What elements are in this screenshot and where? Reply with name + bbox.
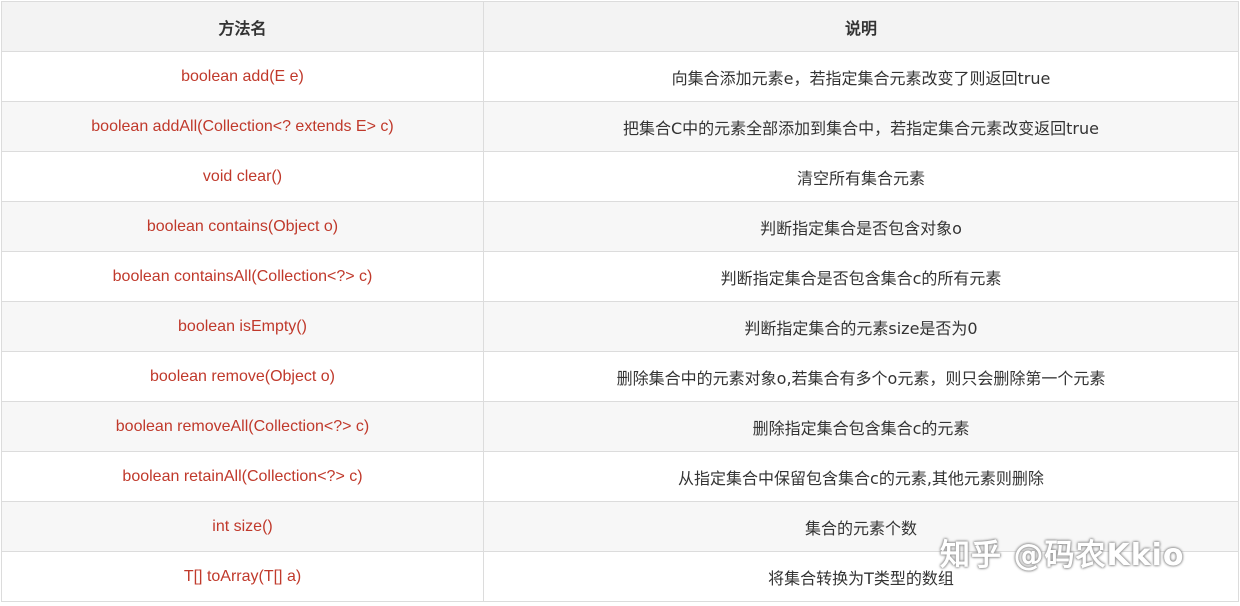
- methods-table: 方法名 说明 boolean add(E e) 向集合添加元素e，若指定集合元素改…: [1, 1, 1239, 602]
- method-name-cell: boolean remove(Object o): [2, 352, 484, 402]
- table-row: boolean isEmpty() 判断指定集合的元素size是否为0: [2, 302, 1239, 352]
- method-name-cell: boolean addAll(Collection<? extends E> c…: [2, 102, 484, 152]
- table-row: boolean contains(Object o) 判断指定集合是否包含对象o: [2, 202, 1239, 252]
- table-row: boolean retainAll(Collection<?> c) 从指定集合中…: [2, 452, 1239, 502]
- method-name-cell: boolean isEmpty(): [2, 302, 484, 352]
- method-name-cell: boolean removeAll(Collection<?> c): [2, 402, 484, 452]
- table-row: boolean removeAll(Collection<?> c) 删除指定集合…: [2, 402, 1239, 452]
- method-name-cell: int size(): [2, 502, 484, 552]
- method-name-cell: T[] toArray(T[] a): [2, 552, 484, 602]
- description-cell: 把集合C中的元素全部添加到集合中，若指定集合元素改变返回true: [484, 102, 1239, 152]
- description-cell: 判断指定集合是否包含对象o: [484, 202, 1239, 252]
- method-name-cell: boolean add(E e): [2, 52, 484, 102]
- table-row: boolean add(E e) 向集合添加元素e，若指定集合元素改变了则返回tr…: [2, 52, 1239, 102]
- table-row: void clear() 清空所有集合元素: [2, 152, 1239, 202]
- description-cell: 删除指定集合包含集合c的元素: [484, 402, 1239, 452]
- table-row: boolean remove(Object o) 删除集合中的元素对象o,若集合有…: [2, 352, 1239, 402]
- description-cell: 向集合添加元素e，若指定集合元素改变了则返回true: [484, 52, 1239, 102]
- description-cell: 清空所有集合元素: [484, 152, 1239, 202]
- table-header-row: 方法名 说明: [2, 2, 1239, 52]
- header-description: 说明: [484, 2, 1239, 52]
- method-name-cell: boolean contains(Object o): [2, 202, 484, 252]
- description-cell: 从指定集合中保留包含集合c的元素,其他元素则删除: [484, 452, 1239, 502]
- watermark: 知乎 @码农Kkio: [940, 538, 1185, 573]
- table-row: boolean addAll(Collection<? extends E> c…: [2, 102, 1239, 152]
- table-body: boolean add(E e) 向集合添加元素e，若指定集合元素改变了则返回tr…: [2, 52, 1239, 602]
- description-cell: 判断指定集合的元素size是否为0: [484, 302, 1239, 352]
- table-row: boolean containsAll(Collection<?> c) 判断指定…: [2, 252, 1239, 302]
- header-method-name: 方法名: [2, 2, 484, 52]
- description-cell: 判断指定集合是否包含集合c的所有元素: [484, 252, 1239, 302]
- description-cell: 删除集合中的元素对象o,若集合有多个o元素，则只会删除第一个元素: [484, 352, 1239, 402]
- method-name-cell: boolean containsAll(Collection<?> c): [2, 252, 484, 302]
- method-name-cell: void clear(): [2, 152, 484, 202]
- method-name-cell: boolean retainAll(Collection<?> c): [2, 452, 484, 502]
